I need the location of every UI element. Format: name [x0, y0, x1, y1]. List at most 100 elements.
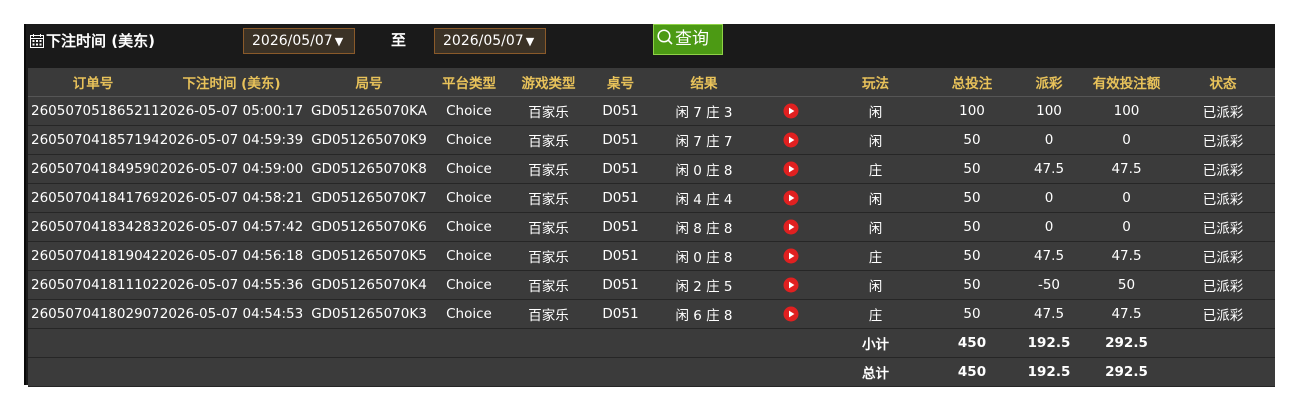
- play-video-icon[interactable]: [783, 248, 799, 264]
- payout-cell: 0: [1016, 125, 1082, 155]
- bet-records-table: 订单号 下注时间 (美东) 局号 平台类型 游戏类型 桌号 结果 玩法 总投注 …: [28, 68, 1275, 387]
- filter-toolbar: 下注时间 (美东) 2026/05/07 ▼ 至 2026/05/07 ▼ 查询: [26, 24, 1275, 68]
- payout-cell: 47.5: [1016, 299, 1082, 329]
- result-cell: 闲 6 庄 8: [649, 299, 759, 329]
- col-header-order-id: 订单号: [28, 68, 158, 97]
- order-id-cell: 260507041841769: [28, 183, 158, 213]
- play-cell: 闲: [823, 96, 928, 126]
- total-payout: 192.5: [1016, 357, 1082, 387]
- range-to-label: 至: [391, 31, 407, 49]
- play-cell: 闲: [823, 212, 928, 242]
- payout-cell: 100: [1016, 96, 1082, 126]
- status-cell: 已派彩: [1171, 183, 1275, 213]
- play-video-icon[interactable]: [783, 132, 799, 148]
- col-header-platform: 平台类型: [433, 68, 505, 97]
- col-header-total-bet: 总投注: [928, 68, 1016, 97]
- replay-cell[interactable]: [759, 212, 823, 242]
- valid-bet-cell: 0: [1082, 183, 1171, 213]
- play-cell: 闲: [823, 125, 928, 155]
- valid-bet-cell: 0: [1082, 212, 1171, 242]
- order-id-cell: 260507041849590: [28, 154, 158, 184]
- total-row: 总计 450 192.5 292.5: [28, 357, 1275, 387]
- table-no-cell: D051: [592, 212, 649, 242]
- subtotal-valid-bet: 292.5: [1082, 328, 1171, 358]
- game-type-cell: 百家乐: [505, 241, 592, 271]
- play-video-icon[interactable]: [783, 219, 799, 235]
- total-bet-cell: 50: [928, 125, 1016, 155]
- table-row: 260507041834283 2026-05-07 04:57:42 GD0512…: [28, 212, 1275, 242]
- payout-cell: 47.5: [1016, 154, 1082, 184]
- col-header-payout: 派彩: [1016, 68, 1082, 97]
- valid-bet-cell: 0: [1082, 125, 1171, 155]
- payout-cell: 0: [1016, 183, 1082, 213]
- play-cell: 闲: [823, 270, 928, 300]
- col-header-replay: [759, 68, 823, 97]
- result-cell: 闲 7 庄 7: [649, 125, 759, 155]
- chevron-down-icon: ▼: [525, 35, 535, 48]
- replay-cell[interactable]: [759, 154, 823, 184]
- col-header-play: 玩法: [823, 68, 928, 97]
- replay-cell[interactable]: [759, 241, 823, 271]
- bet-time-cell: 2026-05-07 04:55:36: [158, 270, 305, 300]
- replay-cell[interactable]: [759, 183, 823, 213]
- col-header-valid-bet: 有效投注额: [1082, 68, 1171, 97]
- col-header-game-type: 游戏类型: [505, 68, 592, 97]
- bet-time-cell: 2026-05-07 04:58:21: [158, 183, 305, 213]
- payout-cell: -50: [1016, 270, 1082, 300]
- game-type-cell: 百家乐: [505, 212, 592, 242]
- total-bet-cell: 50: [928, 183, 1016, 213]
- order-id-cell: 260507051865211: [28, 96, 158, 126]
- valid-bet-cell: 47.5: [1082, 241, 1171, 271]
- replay-cell[interactable]: [759, 270, 823, 300]
- result-cell: 闲 0 庄 8: [649, 241, 759, 271]
- play-video-icon[interactable]: [783, 277, 799, 293]
- end-date-picker[interactable]: 2026/05/07 ▼: [434, 28, 546, 54]
- start-date-value: 2026/05/07: [252, 33, 333, 49]
- start-date-picker[interactable]: 2026/05/07 ▼: [243, 28, 355, 54]
- payout-cell: 47.5: [1016, 241, 1082, 271]
- subtotal-label: 小计: [823, 328, 928, 358]
- query-button[interactable]: 查询: [653, 24, 723, 55]
- order-id-cell: 260507041819042: [28, 241, 158, 271]
- play-cell: 庄: [823, 241, 928, 271]
- bet-time-cell: 2026-05-07 04:59:00: [158, 154, 305, 184]
- play-video-icon[interactable]: [783, 161, 799, 177]
- table-row: 260507041819042 2026-05-07 04:56:18 GD0512…: [28, 241, 1275, 271]
- valid-bet-cell: 50: [1082, 270, 1171, 300]
- subtotal-bet: 450: [928, 328, 1016, 358]
- status-cell: 已派彩: [1171, 125, 1275, 155]
- play-video-icon[interactable]: [783, 103, 799, 119]
- platform-cell: Choice: [433, 270, 505, 300]
- table-row: 260507041849590 2026-05-07 04:59:00 GD0512…: [28, 154, 1275, 184]
- game-type-cell: 百家乐: [505, 299, 592, 329]
- col-header-status: 状态: [1171, 68, 1275, 97]
- table-header-row: 订单号 下注时间 (美东) 局号 平台类型 游戏类型 桌号 结果 玩法 总投注 …: [28, 68, 1275, 97]
- round-id-cell: GD051265070KA: [305, 96, 433, 126]
- end-date-value: 2026/05/07: [443, 33, 524, 49]
- status-cell: 已派彩: [1171, 96, 1275, 126]
- play-cell: 庄: [823, 154, 928, 184]
- play-video-icon[interactable]: [783, 306, 799, 322]
- platform-cell: Choice: [433, 299, 505, 329]
- game-type-cell: 百家乐: [505, 96, 592, 126]
- order-id-cell: 260507041834283: [28, 212, 158, 242]
- round-id-cell: GD051265070K8: [305, 154, 433, 184]
- status-cell: 已派彩: [1171, 241, 1275, 271]
- status-cell: 已派彩: [1171, 270, 1275, 300]
- round-id-cell: GD051265070K6: [305, 212, 433, 242]
- replay-cell[interactable]: [759, 96, 823, 126]
- platform-cell: Choice: [433, 241, 505, 271]
- replay-cell[interactable]: [759, 299, 823, 329]
- total-bet: 450: [928, 357, 1016, 387]
- total-valid-bet: 292.5: [1082, 357, 1171, 387]
- table-no-cell: D051: [592, 241, 649, 271]
- order-id-cell: 260507041811102: [28, 270, 158, 300]
- game-type-cell: 百家乐: [505, 154, 592, 184]
- col-header-bet-time: 下注时间 (美东): [158, 68, 305, 97]
- valid-bet-cell: 47.5: [1082, 299, 1171, 329]
- total-bet-cell: 50: [928, 241, 1016, 271]
- table-row: 260507041857194 2026-05-07 04:59:39 GD0512…: [28, 125, 1275, 155]
- replay-cell[interactable]: [759, 125, 823, 155]
- bet-time-cell: 2026-05-07 05:00:17: [158, 96, 305, 126]
- play-video-icon[interactable]: [783, 190, 799, 206]
